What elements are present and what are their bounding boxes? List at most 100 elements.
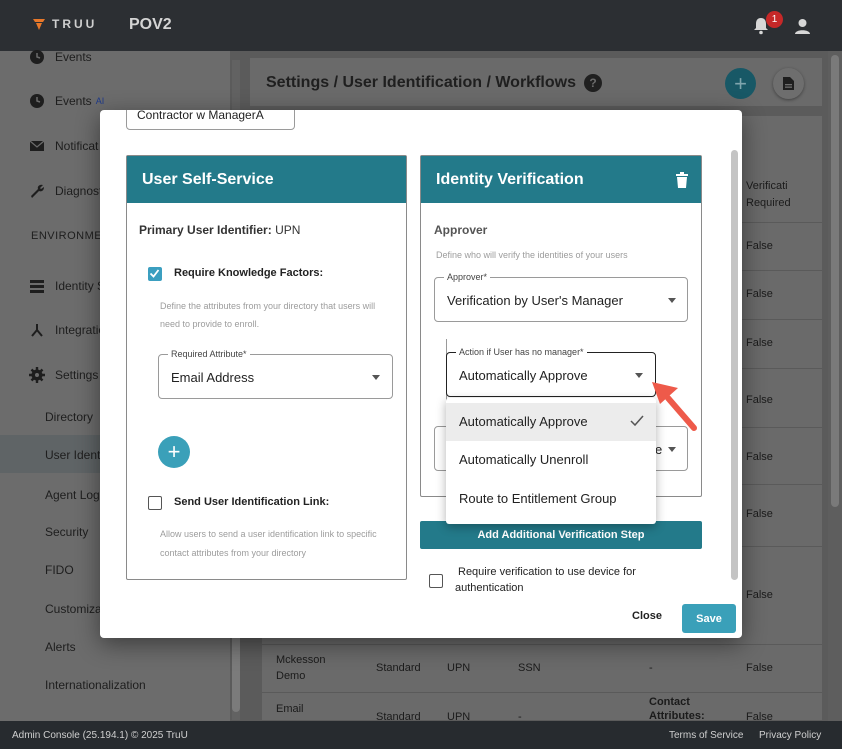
sidebar-section-environment: ENVIRONMEN	[31, 230, 111, 242]
document-icon	[783, 77, 794, 90]
sidebar-item-notifications[interactable]: Notificat	[29, 138, 98, 154]
sidebar-item-label: Diagnost	[55, 184, 103, 198]
table-divider	[262, 692, 822, 693]
sidebar-item-label: Settings	[55, 368, 99, 382]
checkmark-icon	[149, 269, 160, 278]
sidebar-item-events[interactable]: Events	[29, 49, 92, 65]
menu-option-route-to-entitlement-group[interactable]: Route to Entitlement Group	[446, 480, 656, 518]
select-value: e	[655, 442, 663, 457]
main-scrollbar-thumb[interactable]	[831, 55, 839, 507]
sidebar-sub-alerts[interactable]: Alerts	[45, 640, 76, 654]
page-title: Settings / User Identification / Workflo…	[266, 74, 576, 91]
row-type: Standard	[376, 662, 421, 674]
table-cell-value: False	[746, 288, 773, 300]
table-header-verification: Verificati	[746, 180, 788, 192]
row-identifier: UPN	[447, 662, 471, 674]
table-cell-value: False	[746, 589, 773, 601]
truu-logo-icon	[33, 19, 45, 30]
require-knowledge-checkbox[interactable]	[148, 267, 162, 281]
send-link-hint: contact attributes from your directory	[160, 548, 307, 558]
select-legend: Action if User has no manager*	[456, 347, 587, 357]
chevron-down-icon	[668, 298, 676, 303]
sidebar-item-label: Events	[55, 50, 92, 64]
document-button[interactable]	[773, 68, 804, 99]
sidebar-item-diagnostics[interactable]: Diagnost	[29, 183, 102, 199]
select-value: Automatically Approve	[459, 368, 588, 383]
select-value: Verification by User's Manager	[447, 293, 623, 308]
table-cell-value: False	[746, 240, 773, 252]
workflow-modal: Contractor w ManagerA User Self-Service …	[100, 110, 742, 638]
sidebar-item-settings[interactable]: Settings	[29, 367, 98, 383]
knowledge-hint: need to provide to enroll.	[160, 319, 260, 329]
send-link-hint: Allow users to send a user identificatio…	[160, 529, 377, 539]
save-button[interactable]: Save	[682, 604, 736, 633]
close-button[interactable]: Close	[632, 610, 662, 622]
chevron-down-icon	[635, 373, 643, 378]
add-workflow-button[interactable]: +	[725, 68, 756, 99]
require-device-checkbox[interactable]	[429, 574, 443, 588]
sidebar-sub-customization[interactable]: Customiza	[45, 602, 102, 616]
sidebar-sub-agent-logs[interactable]: Agent Log	[45, 488, 100, 502]
card-title: Identity Verification	[421, 156, 701, 203]
user-self-service-card: User Self-Service Primary User Identifie…	[126, 155, 407, 580]
table-cell-value: False	[746, 451, 773, 463]
require-device-label: authentication	[455, 582, 524, 594]
sidebar-sub-user-identification[interactable]: User Ident	[45, 448, 100, 462]
wrench-icon	[31, 184, 44, 198]
table-divider	[262, 644, 822, 645]
require-device-label: Require verification to use device for	[458, 566, 636, 578]
row-name: Demo	[276, 670, 306, 682]
trash-icon[interactable]	[675, 172, 689, 188]
table-header-required: Required	[746, 197, 791, 209]
table-cell-value: False	[746, 394, 773, 406]
ai-badge: AI	[95, 96, 105, 106]
required-attribute-select[interactable]: Required Attribute* Email Address	[158, 349, 393, 399]
clock-icon	[30, 50, 44, 64]
footer-version: Admin Console (25.194.1) © 2025 TruU	[12, 730, 188, 741]
menu-option-automatically-approve[interactable]: Automatically Approve	[446, 403, 656, 441]
integration-icon	[31, 324, 43, 337]
privacy-link[interactable]: Privacy Policy	[759, 730, 821, 741]
send-link-label: Send User Identification Link:	[174, 496, 330, 508]
add-verification-step-button[interactable]: Add Additional Verification Step	[420, 521, 702, 549]
sidebar-sub-security[interactable]: Security	[45, 525, 88, 539]
sidebar-item-integrations[interactable]: Integratio	[29, 322, 105, 338]
sidebar-item-identity[interactable]: Identity S	[29, 278, 105, 294]
primary-identifier-value: UPN	[275, 223, 301, 237]
send-link-checkbox[interactable]	[148, 496, 162, 510]
user-icon[interactable]	[794, 18, 811, 35]
add-attribute-button[interactable]: +	[158, 436, 190, 468]
sidebar-item-label: Integratio	[55, 323, 106, 337]
org-name: POV2	[129, 16, 172, 33]
primary-identifier: Primary User Identifier: UPN	[139, 223, 300, 237]
menu-option-label: Route to Entitlement Group	[459, 491, 617, 506]
sidebar-sub-directory[interactable]: Directory	[45, 410, 93, 424]
sidebar-sub-internationalization[interactable]: Internationalization	[45, 678, 146, 692]
approver-heading: Approver	[434, 223, 488, 237]
workflow-name-input[interactable]: Contractor w ManagerA	[126, 110, 295, 130]
mail-icon	[29, 140, 45, 151]
logo-text: TRUU	[52, 17, 98, 31]
sidebar-item-events-ai[interactable]: Events AI	[29, 93, 104, 109]
sidebar-sub-fido[interactable]: FIDO	[45, 563, 74, 577]
approver-hint: Define who will verify the identities of…	[436, 250, 628, 260]
menu-option-automatically-unenroll[interactable]: Automatically Unenroll	[446, 441, 656, 479]
notification-badge: 1	[766, 11, 783, 28]
arrow-annotation-icon	[652, 382, 697, 431]
clock-icon	[30, 94, 44, 108]
modal-scrollbar[interactable]	[731, 150, 738, 580]
table-cell-value: False	[746, 508, 773, 520]
select-value: Email Address	[171, 370, 255, 385]
row-contact: Contact	[649, 696, 690, 708]
truu-logo[interactable]: TRUU	[32, 17, 97, 31]
approver-select[interactable]: Approver* Verification by User's Manager	[434, 272, 688, 322]
table-cell-value: False	[746, 337, 773, 349]
row-value: False	[746, 662, 773, 674]
select-legend: Required Attribute*	[168, 349, 250, 359]
require-knowledge-label: Require Knowledge Factors:	[174, 267, 324, 279]
no-manager-action-select[interactable]: Action if User has no manager* Automatic…	[446, 347, 656, 397]
terms-link[interactable]: Terms of Service	[669, 730, 743, 741]
help-icon[interactable]: ?	[584, 74, 602, 92]
select-legend: Approver*	[444, 272, 491, 282]
card-title: User Self-Service	[127, 156, 406, 203]
